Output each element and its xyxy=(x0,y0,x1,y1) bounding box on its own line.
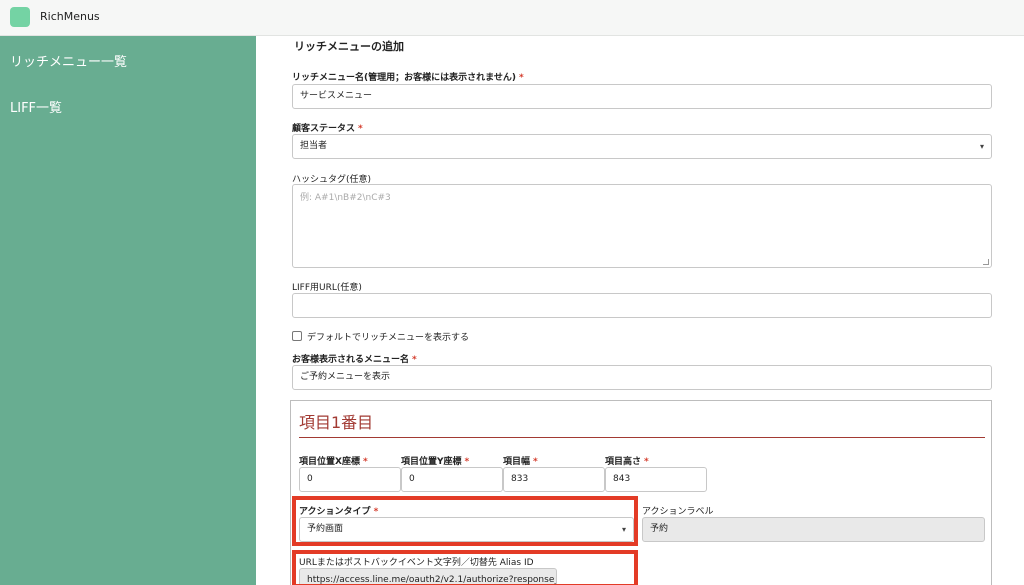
menu-item-title: 項目1番目 xyxy=(299,413,374,432)
required-mark: * xyxy=(358,124,363,134)
default-display-checkbox[interactable] xyxy=(292,331,302,341)
liff-url-label: LIFF用URL(任意) xyxy=(292,283,362,293)
app-logo-icon xyxy=(10,7,30,27)
display-menu-name-label: お客様表示されるメニュー名 * xyxy=(292,355,417,365)
item-x-input[interactable]: 0 xyxy=(299,467,401,492)
customer-status-label: 顧客ステータス * xyxy=(292,124,363,134)
url-field-highlight xyxy=(292,550,638,585)
hashtag-textarea[interactable]: 例: A#1\nB#2\nC#3 xyxy=(292,184,992,268)
customer-status-select[interactable]: 担当者 ▾ xyxy=(292,134,992,159)
action-type-highlight xyxy=(292,496,638,546)
required-mark: * xyxy=(518,73,524,83)
page-title: リッチメニューの追加 xyxy=(294,40,404,53)
richmenu-name-label: リッチメニュー名(管理用；お客様には表示されません) * xyxy=(292,73,524,83)
sidebar: リッチメニュー一覧 LIFF一覧 xyxy=(0,36,256,585)
required-mark: * xyxy=(362,457,368,467)
sidebar-item-liff-list[interactable]: LIFF一覧 xyxy=(10,97,62,116)
item-height-input[interactable]: 843 xyxy=(605,467,707,492)
required-mark: * xyxy=(464,457,470,467)
top-bar: RichMenus xyxy=(0,0,1024,36)
resize-handle-icon[interactable] xyxy=(983,259,989,265)
liff-url-input[interactable] xyxy=(292,293,992,318)
action-label-input[interactable]: 予約 xyxy=(642,517,985,542)
item-height-label: 項目高さ * xyxy=(605,457,649,467)
sidebar-item-richmenu-list[interactable]: リッチメニュー一覧 xyxy=(10,51,127,70)
richmenu-name-input[interactable]: サービスメニュー xyxy=(292,84,992,109)
hashtag-placeholder: 例: A#1\nB#2\nC#3 xyxy=(300,193,391,203)
item-width-label: 項目幅 * xyxy=(503,457,538,467)
main-content: リッチメニューの追加 リッチメニュー名(管理用；お客様には表示されません) * サ… xyxy=(256,36,1024,585)
action-label-label: アクションラベル xyxy=(642,507,714,517)
divider xyxy=(299,437,985,438)
item-y-input[interactable]: 0 xyxy=(401,467,503,492)
item-width-input[interactable]: 833 xyxy=(503,467,605,492)
item-x-label: 項目位置X座標 * xyxy=(299,457,368,467)
required-mark: * xyxy=(644,457,649,467)
default-display-label: デフォルトでリッチメニューを表示する xyxy=(307,333,470,343)
app-title: RichMenus xyxy=(40,10,100,23)
required-mark: * xyxy=(533,457,538,467)
display-menu-name-input[interactable]: ご予約メニューを表示 xyxy=(292,365,992,390)
dropdown-caret-icon: ▾ xyxy=(979,142,984,151)
item-y-label: 項目位置Y座標 * xyxy=(401,457,470,467)
required-mark: * xyxy=(412,355,417,365)
